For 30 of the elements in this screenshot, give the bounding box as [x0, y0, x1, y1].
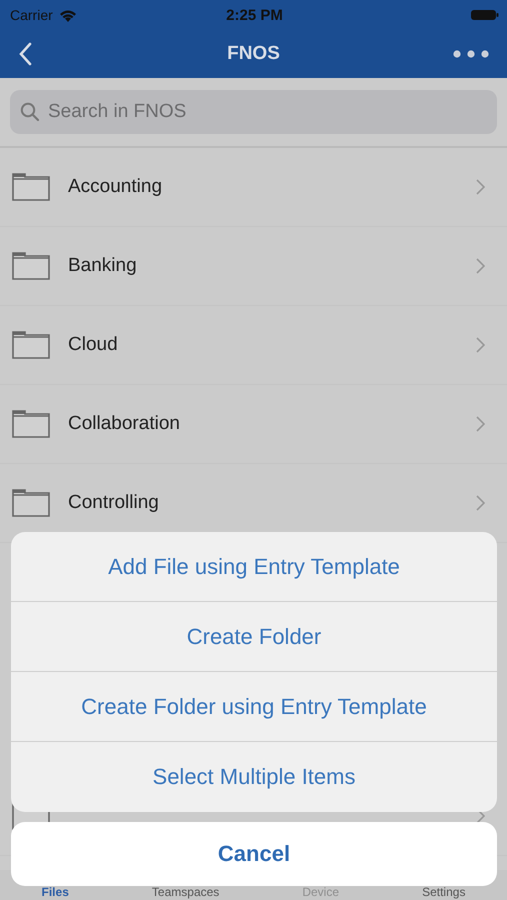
action-button[interactable]: Add File using Entry Template	[11, 532, 497, 602]
folder-name: Controlling	[68, 492, 160, 514]
tab[interactable]: Files	[42, 886, 69, 900]
chevron-icon	[476, 416, 485, 432]
more-icon	[453, 50, 489, 58]
action-button[interactable]: Create Folder using Entry Template	[11, 672, 497, 742]
folder-name: Banking	[68, 255, 138, 277]
folder-name: Accounting	[68, 176, 164, 198]
carrier-label: Carrier	[10, 7, 53, 23]
search-field[interactable]: Search in FNOS	[10, 90, 497, 134]
battery-icon	[470, 9, 499, 21]
tab[interactable]: Teamspaces	[152, 886, 220, 900]
status-time: 2:25 PM	[226, 6, 283, 24]
folder-row[interactable]: Cloud	[0, 306, 507, 385]
nav-title: FNOS	[227, 43, 280, 65]
folder-name: Collaboration	[68, 413, 181, 435]
chevron-icon	[476, 337, 485, 353]
folder-row[interactable]: Collaboration	[0, 385, 507, 464]
chevron-icon	[476, 495, 485, 511]
cancel-button[interactable]: Cancel	[11, 822, 497, 886]
back-chevron-icon	[18, 42, 32, 66]
tab[interactable]: Settings	[422, 886, 466, 900]
action-button[interactable]: Create Folder	[11, 602, 497, 672]
chevron-icon	[476, 258, 485, 274]
action-button[interactable]: Select Multiple Items	[11, 742, 497, 812]
folder-row[interactable]: Accounting	[0, 148, 507, 227]
wifi-icon	[58, 8, 77, 22]
folder-row[interactable]: Banking	[0, 227, 507, 306]
folder-name: Cloud	[68, 334, 119, 356]
chevron-icon	[476, 179, 485, 195]
